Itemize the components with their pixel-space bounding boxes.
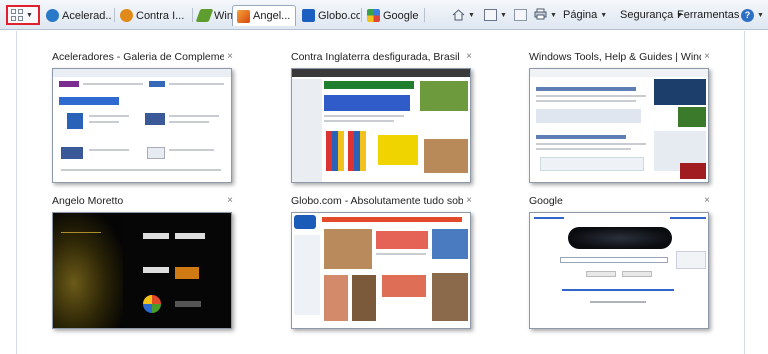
quick-tab-title: Google [529, 195, 563, 207]
security-menu[interactable]: Segurança ▼ [620, 7, 683, 23]
chevron-down-icon[interactable]: ▼ [26, 12, 33, 19]
quick-tab-windows-tools[interactable]: Windows Tools, Help & Guides | Windo... … [529, 51, 714, 201]
tab-label: Acelerad... [62, 9, 112, 22]
tab-aceleradores[interactable]: Acelerad... [42, 6, 112, 25]
page-thumbnail[interactable] [291, 68, 471, 183]
print-button[interactable]: ▼ [534, 7, 557, 23]
quick-tab-globo[interactable]: Globo.com - Absolutamente tudo sobr... × [291, 195, 476, 345]
tools-menu-label: Ferramentas [677, 9, 740, 21]
envelope-icon [237, 9, 250, 23]
ie-icon [46, 9, 59, 22]
quick-tab-title: Angelo Moretto [52, 195, 124, 207]
home-icon [452, 9, 465, 21]
mail-button[interactable] [514, 7, 527, 23]
quick-tab-close-button[interactable]: × [227, 195, 233, 206]
help-icon: ? [741, 8, 754, 22]
quick-tab-aceleradores[interactable]: Aceleradores - Galeria de Complementos × [52, 51, 237, 201]
tab-label: Google [383, 9, 419, 22]
page-thumbnail[interactable] [291, 212, 471, 329]
tab-globo[interactable]: Globo.co... [298, 6, 360, 25]
gear-icon [120, 9, 133, 22]
quick-tab-close-button[interactable]: × [227, 51, 233, 62]
quick-tab-close-button[interactable]: × [466, 195, 472, 206]
page-menu-label: Página [563, 9, 598, 21]
quick-tab-close-button[interactable]: × [704, 195, 710, 206]
tab-bar: ▼ Acelerad... Contra I... Window... Ange… [0, 0, 768, 30]
feeds-button[interactable]: ▼ [484, 7, 507, 23]
tab-contra-inglaterra[interactable]: Contra I... [116, 6, 190, 25]
feed-icon [484, 9, 497, 21]
home-button[interactable]: ▼ [452, 7, 475, 23]
quick-tab-title: Globo.com - Absolutamente tudo sobr... [291, 195, 463, 207]
quick-tab-close-button[interactable]: × [704, 51, 710, 62]
quick-tab-contra-inglaterra[interactable]: Contra Inglaterra desfigurada, Brasil de… [291, 51, 476, 201]
close-tab-button[interactable]: × [295, 11, 296, 22]
tab-angelo[interactable]: Angel... × [232, 5, 296, 26]
globo-icon [302, 9, 315, 22]
chevron-down-icon[interactable]: ▼ [550, 12, 557, 19]
chevron-down-icon[interactable]: ▼ [468, 12, 475, 19]
page-thumbnail[interactable] [52, 68, 232, 183]
frame-border-right [744, 31, 745, 354]
quick-tab-close-button[interactable]: × [466, 51, 472, 62]
quick-tab-title: Windows Tools, Help & Guides | Windo... [529, 51, 701, 63]
tab-label: Globo.co... [318, 9, 360, 22]
quick-tab-angelo-moretto[interactable]: Angelo Moretto × [52, 195, 237, 345]
leaf-icon [195, 9, 214, 22]
chevron-down-icon: ▼ [757, 11, 764, 19]
frame-border-left [16, 31, 17, 354]
google-icon [367, 9, 380, 22]
page-thumbnail[interactable] [529, 68, 709, 183]
quick-tab-title: Contra Inglaterra desfigurada, Brasil de… [291, 51, 463, 63]
chevron-down-icon[interactable]: ▼ [500, 12, 507, 19]
tools-menu[interactable]: Ferramentas ▼ [677, 7, 749, 23]
quick-tabs-view: Aceleradores - Galeria de Complementos ×… [0, 31, 768, 354]
page-thumbnail[interactable] [52, 212, 232, 329]
tab-google[interactable]: Google [363, 6, 421, 25]
page-thumbnail[interactable] [529, 212, 709, 329]
quick-tab-title: Aceleradores - Galeria de Complementos [52, 51, 224, 63]
tab-label: Angel... [253, 10, 291, 22]
quick-tab-google[interactable]: Google × [529, 195, 714, 345]
mail-icon [514, 9, 527, 21]
page-menu[interactable]: Página ▼ [563, 7, 607, 23]
quick-tabs-button[interactable]: ▼ [6, 5, 40, 25]
security-menu-label: Segurança [620, 9, 674, 21]
printer-icon [534, 8, 547, 23]
tab-label: Contra I... [136, 9, 185, 22]
grid-icon [11, 9, 23, 21]
help-button[interactable]: ? ▼ [741, 7, 764, 23]
chevron-down-icon: ▼ [600, 11, 608, 19]
